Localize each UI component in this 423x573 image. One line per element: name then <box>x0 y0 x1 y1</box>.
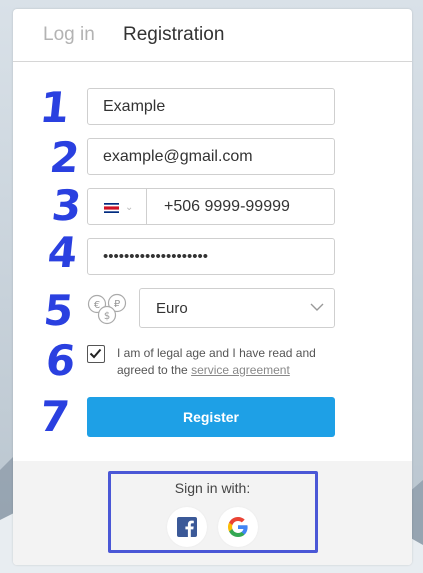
currency-select[interactable]: Euro <box>139 288 335 328</box>
password-input[interactable] <box>103 239 318 274</box>
email-input[interactable] <box>103 139 318 174</box>
agree-text: I am of legal age and I have read and ag… <box>117 345 342 379</box>
annotation-number: 3 <box>49 181 84 230</box>
country-code-select[interactable]: ⌄ <box>88 189 147 224</box>
annotation-number: 4 <box>45 228 80 277</box>
svg-text:$: $ <box>104 311 110 322</box>
chevron-down-icon <box>310 303 324 311</box>
annotation-number: 1 <box>37 83 72 132</box>
password-field[interactable] <box>87 238 335 275</box>
annotation-number: 7 <box>37 392 72 441</box>
costa-rica-flag-icon <box>104 203 119 213</box>
chevron-down-icon: ⌄ <box>125 202 134 213</box>
currency-value: Euro <box>156 300 188 317</box>
phone-input[interactable] <box>164 189 324 224</box>
name-input[interactable] <box>103 89 318 124</box>
phone-field[interactable]: ⌄ <box>87 188 335 225</box>
tab-login[interactable]: Log in <box>43 24 95 46</box>
annotation-number: 5 <box>41 286 76 335</box>
tab-registration[interactable]: Registration <box>123 24 224 46</box>
service-agreement-link[interactable]: service agreement <box>191 363 290 377</box>
social-highlight-box <box>108 471 318 553</box>
annotation-number: 2 <box>47 133 82 182</box>
name-field[interactable] <box>87 88 335 125</box>
email-field[interactable] <box>87 138 335 175</box>
checkmark-icon <box>89 348 102 359</box>
register-button[interactable]: Register <box>87 397 335 437</box>
agree-checkbox[interactable] <box>87 345 105 363</box>
annotation-number: 6 <box>43 336 78 385</box>
currency-coins-icon: € ₽ $ <box>87 293 127 325</box>
svg-text:€: € <box>94 300 100 311</box>
tab-bar: Log in Registration <box>13 9 412 62</box>
svg-text:₽: ₽ <box>114 299 121 310</box>
